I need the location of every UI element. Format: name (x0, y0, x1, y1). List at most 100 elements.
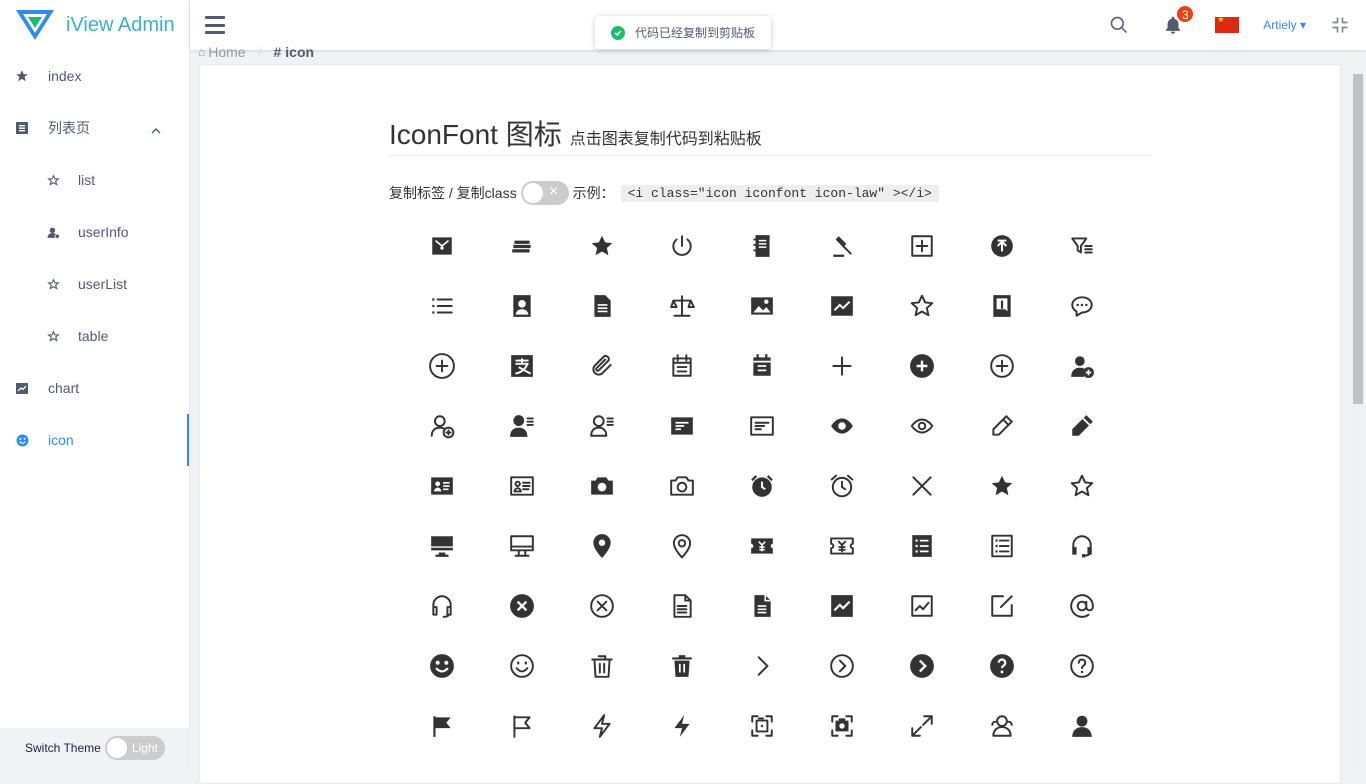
sidebar-item-userlist[interactable]: userList (0, 258, 189, 310)
theme-toggle[interactable]: Light (104, 736, 165, 760)
icon-grid-item[interactable] (802, 216, 882, 276)
icon-grid-item[interactable] (642, 276, 722, 336)
icon-grid-item[interactable] (642, 696, 722, 756)
icon-grid-item[interactable] (1042, 576, 1122, 636)
icon-grid-item[interactable] (962, 396, 1042, 456)
icon-grid-item[interactable] (962, 696, 1042, 756)
icon-grid-item[interactable] (882, 396, 962, 456)
icon-grid-item[interactable] (562, 396, 642, 456)
icon-grid-item[interactable] (642, 636, 722, 696)
icon-grid-item[interactable] (962, 276, 1042, 336)
icon-grid-item[interactable] (402, 456, 482, 516)
icon-grid-item[interactable] (1042, 636, 1122, 696)
icon-grid-item[interactable] (802, 696, 882, 756)
language-flag-icon[interactable] (1215, 15, 1240, 33)
icon-grid-item[interactable] (802, 276, 882, 336)
menu-toggle-icon[interactable] (205, 16, 225, 34)
icon-grid-item[interactable] (642, 216, 722, 276)
icon-grid-item[interactable] (722, 576, 802, 636)
sidebar-item-chart[interactable]: chart (0, 362, 189, 414)
icon-grid-item[interactable] (482, 336, 562, 396)
icon-grid-item[interactable] (962, 516, 1042, 576)
icon-grid-item[interactable] (802, 576, 882, 636)
scrollbar-thumb[interactable] (1353, 74, 1363, 404)
icon-grid-item[interactable] (882, 516, 962, 576)
icon-grid-item[interactable] (562, 336, 642, 396)
icon-grid-item[interactable] (482, 516, 562, 576)
icon-grid-item[interactable] (482, 396, 562, 456)
icon-grid-item[interactable] (882, 696, 962, 756)
fullscreen-exit-icon[interactable] (1328, 13, 1352, 37)
icon-grid-item[interactable] (562, 696, 642, 756)
icon-grid-item[interactable] (722, 336, 802, 396)
icon-grid-item[interactable] (402, 516, 482, 576)
icon-grid-item[interactable] (962, 576, 1042, 636)
icon-grid-item[interactable] (562, 636, 642, 696)
icon-grid-item[interactable] (1042, 396, 1122, 456)
icon-grid-item[interactable] (882, 576, 962, 636)
icon-grid-item[interactable] (402, 636, 482, 696)
icon-grid-item[interactable] (402, 336, 482, 396)
icon-grid-item[interactable] (562, 576, 642, 636)
icon-grid-item[interactable] (882, 216, 962, 276)
icon-grid-item[interactable] (722, 516, 802, 576)
icon-grid-item[interactable] (722, 216, 802, 276)
icon-grid-item[interactable] (1042, 696, 1122, 756)
sidebar-item-table[interactable]: table (0, 310, 189, 362)
user-menu[interactable]: Artiely ▾ (1263, 18, 1306, 32)
icon-grid-item[interactable] (962, 636, 1042, 696)
icon-grid-item[interactable] (722, 696, 802, 756)
icon-grid-item[interactable] (402, 696, 482, 756)
sidebar-item-icon[interactable]: icon (0, 414, 189, 466)
icon-grid-item[interactable] (402, 576, 482, 636)
icon-grid-item[interactable] (802, 396, 882, 456)
icon-grid-item[interactable] (402, 396, 482, 456)
icon-grid-item[interactable] (882, 276, 962, 336)
icon-grid-item[interactable] (962, 456, 1042, 516)
icon-grid-item[interactable] (642, 396, 722, 456)
sidebar-item-list-pages[interactable]: 列表页 (0, 102, 189, 154)
icon-grid-item[interactable] (1042, 216, 1122, 276)
icon-grid-item[interactable] (802, 636, 882, 696)
icon-grid-item[interactable] (722, 276, 802, 336)
icon-grid-item[interactable] (482, 216, 562, 276)
copy-mode-toggle[interactable]: ✕ (520, 181, 569, 205)
icon-grid-item[interactable] (1042, 456, 1122, 516)
icon-grid-item[interactable] (722, 396, 802, 456)
icon-grid-item[interactable] (882, 636, 962, 696)
icon-grid-item[interactable] (962, 216, 1042, 276)
icon-grid-item[interactable] (642, 516, 722, 576)
bell-icon[interactable]: 3 (1161, 5, 1195, 37)
icon-grid-item[interactable] (722, 636, 802, 696)
sidebar-item-list[interactable]: list (0, 154, 189, 206)
icon-grid-item[interactable] (562, 456, 642, 516)
icon-grid-item[interactable] (1042, 336, 1122, 396)
sidebar-item-index[interactable]: index (0, 50, 189, 102)
icon-grid-item[interactable] (402, 276, 482, 336)
icon-grid-item[interactable] (882, 456, 962, 516)
icon-grid-item[interactable] (1042, 516, 1122, 576)
icon-grid-item[interactable] (482, 456, 562, 516)
icon-grid-item[interactable] (402, 216, 482, 276)
icon-grid-item[interactable] (642, 456, 722, 516)
scrollbar[interactable] (1352, 70, 1364, 768)
icon-grid-item[interactable] (802, 516, 882, 576)
icon-grid-item[interactable] (642, 576, 722, 636)
icon-grid-item[interactable] (562, 216, 642, 276)
icon-grid-item[interactable] (722, 456, 802, 516)
icon-grid-item[interactable] (482, 576, 562, 636)
icon-grid-item[interactable] (482, 276, 562, 336)
icon-grid-item[interactable] (1042, 276, 1122, 336)
breadcrumb-home[interactable]: Home (208, 44, 245, 60)
icon-grid-item[interactable] (482, 696, 562, 756)
icon-grid-item[interactable] (802, 336, 882, 396)
search-icon[interactable] (1107, 13, 1131, 37)
icon-grid-item[interactable] (962, 336, 1042, 396)
icon-grid-item[interactable] (802, 456, 882, 516)
icon-grid-item[interactable] (882, 336, 962, 396)
icon-grid-item[interactable] (562, 516, 642, 576)
logo[interactable]: iView Admin (0, 0, 189, 50)
icon-grid-item[interactable] (482, 636, 562, 696)
icon-grid-item[interactable] (642, 336, 722, 396)
icon-grid-item[interactable] (562, 276, 642, 336)
